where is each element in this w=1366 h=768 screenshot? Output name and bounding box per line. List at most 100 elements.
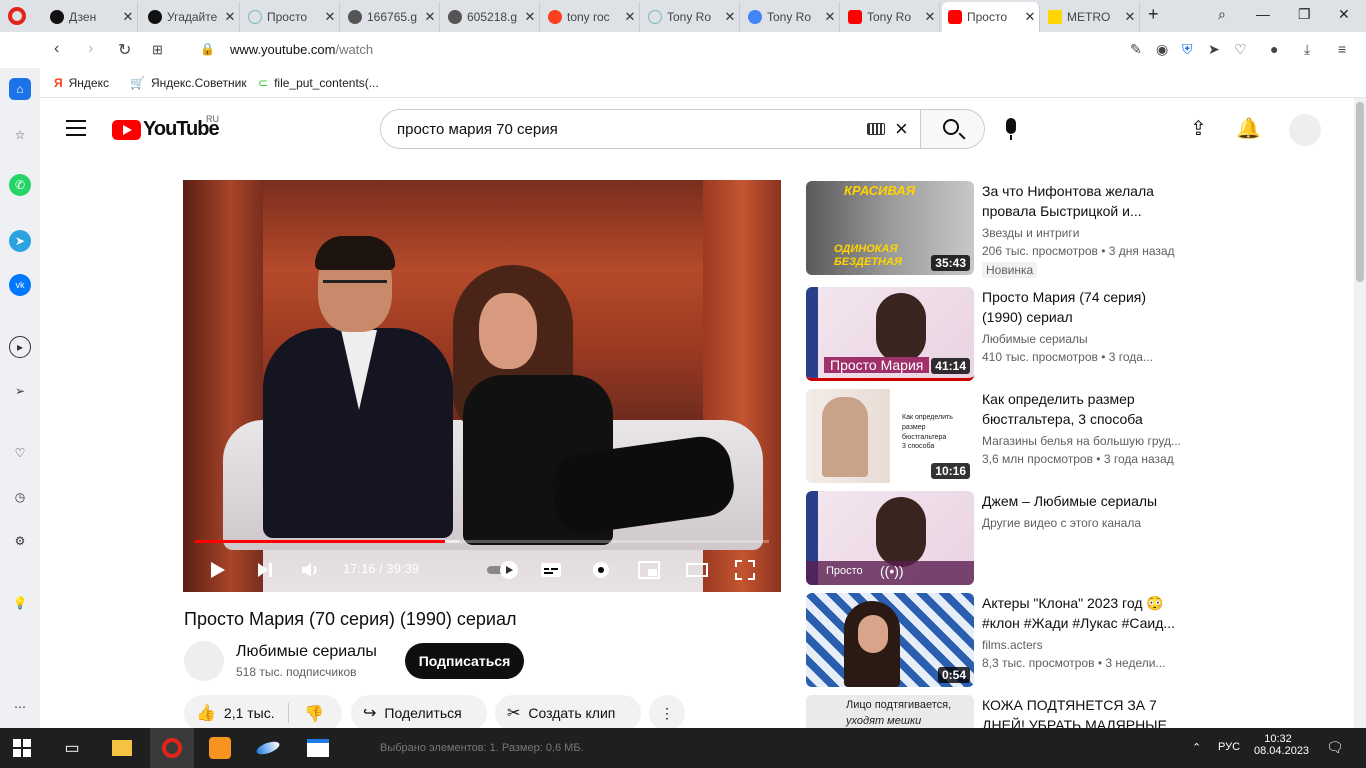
tab-close-icon[interactable]: ✕: [821, 9, 839, 25]
tray-chevron-icon[interactable]: ⌃: [1192, 741, 1201, 754]
recommendation-item[interactable]: Просто ((•)) Джем – Любимые сериалы Друг…: [806, 491, 1186, 587]
create-clip-button[interactable]: ✂ Создать клип: [495, 695, 641, 731]
restore-button[interactable]: ❐: [1298, 6, 1311, 23]
minimize-button[interactable]: —: [1256, 6, 1270, 22]
bookmark-yandex[interactable]: Я Яндекс: [54, 76, 109, 90]
vpn-shield-icon[interactable]: ⛨: [1182, 41, 1193, 58]
clear-search-icon[interactable]: ×: [895, 116, 908, 142]
video-thumbnail[interactable]: 0:54: [806, 593, 974, 687]
tab-0[interactable]: Дзен ✕: [44, 2, 138, 32]
tab-close-icon[interactable]: ✕: [119, 9, 137, 25]
search-input[interactable]: просто мария 70 серия ×: [380, 109, 921, 149]
tab-6[interactable]: Tony Ro ✕: [642, 2, 740, 32]
recommendation-item[interactable]: Лицо подтягивается, уходят мешки КОЖА ПО…: [806, 695, 1186, 728]
clock[interactable]: 10:32 08.04.2023: [1254, 733, 1309, 757]
keyboard-icon[interactable]: [867, 123, 885, 135]
video-thumbnail[interactable]: Лицо подтягивается, уходят мешки: [806, 695, 974, 728]
player-icon[interactable]: ▸: [9, 336, 31, 358]
camera-icon[interactable]: ◉: [1156, 41, 1168, 58]
recommendation-title[interactable]: Актеры "Клона" 2023 год 😳 #клон #Жади #Л…: [982, 593, 1186, 633]
opera-taskbar-icon[interactable]: [150, 728, 194, 768]
fullscreen-icon[interactable]: [733, 558, 757, 582]
subtitles-icon[interactable]: [539, 558, 563, 582]
recommendation-title[interactable]: КОЖА ПОДТЯНЕТСЯ ЗА 7 ДНЕЙ! УБРАТЬ МАЛЯРН…: [982, 695, 1186, 728]
tab-close-icon[interactable]: ✕: [321, 9, 339, 25]
recommendation-title[interactable]: За что Нифонтова желала провала Быстрицк…: [982, 181, 1186, 221]
speed-dial-icon[interactable]: ⊞: [152, 42, 163, 58]
windows-start-icon[interactable]: [8, 734, 36, 762]
file-explorer-icon[interactable]: [108, 734, 136, 762]
bookmark-heart-icon[interactable]: ♡: [1234, 41, 1247, 58]
easy-setup-icon[interactable]: ≡: [1338, 41, 1346, 57]
video-thumbnail[interactable]: Просто Мария 41:14: [806, 287, 974, 381]
tab-10[interactable]: METRO ✕: [1042, 2, 1140, 32]
tab-close-icon[interactable]: ✕: [421, 9, 439, 25]
subscribe-button[interactable]: Подписаться: [405, 643, 524, 679]
notifications-bell-icon[interactable]: 🔔: [1236, 116, 1261, 141]
more-icon[interactable]: ⋯: [9, 696, 31, 718]
reload-icon[interactable]: ↻: [118, 40, 131, 60]
tab-8[interactable]: Tony Ro ✕: [842, 2, 940, 32]
share-button[interactable]: ↪ Поделиться: [351, 695, 487, 731]
app-icon[interactable]: [254, 734, 282, 762]
telegram-icon[interactable]: ➤: [9, 230, 31, 252]
page-scrollbar[interactable]: [1354, 98, 1366, 728]
tab-2[interactable]: Просто ✕: [242, 2, 340, 32]
download-icon[interactable]: ⤓: [1304, 41, 1310, 58]
notifications-icon[interactable]: 🗨: [1326, 739, 1344, 756]
tab-close-icon[interactable]: ✕: [521, 9, 539, 25]
recommendation-title[interactable]: Джем – Любимые сериалы: [982, 491, 1186, 511]
favorites-heart-icon[interactable]: ♡: [9, 442, 31, 464]
forward-icon[interactable]: ›: [88, 40, 93, 58]
recommendation-item[interactable]: 0:54 Актеры "Клона" 2023 год 😳 #клон #Жа…: [806, 593, 1186, 689]
tab-close-icon[interactable]: ✕: [1121, 9, 1139, 25]
settings-gear-icon[interactable]: [589, 558, 613, 582]
scrollbar-thumb[interactable]: [1356, 102, 1364, 282]
channel-name[interactable]: Любимые сериалы: [236, 643, 377, 661]
whatsapp-icon[interactable]: ✆: [9, 174, 31, 196]
recommendation-item[interactable]: Просто Мария 41:14 Просто Мария (74 сери…: [806, 287, 1186, 383]
video-player[interactable]: 17:16 / 39:39: [183, 180, 781, 592]
home-icon[interactable]: ⌂: [9, 78, 31, 100]
tab-1[interactable]: Угадайте ✕: [142, 2, 240, 32]
autoplay-toggle-icon[interactable]: [485, 558, 521, 582]
edit-icon[interactable]: ✎: [1130, 41, 1142, 58]
bookmarks-icon[interactable]: ☆: [9, 124, 31, 146]
close-window-button[interactable]: ✕: [1338, 6, 1350, 23]
tab-9-active[interactable]: Просто ✕: [942, 2, 1040, 32]
next-icon[interactable]: [253, 558, 277, 582]
tab-7[interactable]: Tony Ro ✕: [742, 2, 840, 32]
recommendation-title[interactable]: Просто Мария (74 серия) (1990) сериал: [982, 287, 1186, 327]
back-icon[interactable]: ‹: [54, 40, 59, 58]
tab-close-icon[interactable]: ✕: [921, 9, 939, 25]
tab-4[interactable]: 605218.g ✕: [442, 2, 540, 32]
like-button[interactable]: 👍 2,1 тыс.: [196, 703, 275, 723]
recommendation-title[interactable]: Как определить размер бюстгальтера, 3 сп…: [982, 389, 1186, 429]
channel-avatar[interactable]: [184, 641, 224, 681]
recommendation-channel[interactable]: Звезды и интриги: [982, 226, 1186, 240]
tab-close-icon[interactable]: ✕: [621, 9, 639, 25]
history-icon[interactable]: ◷: [9, 486, 31, 508]
recommendation-channel[interactable]: Любимые сериалы: [982, 332, 1186, 346]
upload-icon[interactable]: ⇪: [1190, 116, 1207, 141]
send-icon[interactable]: ➤: [1208, 41, 1220, 58]
opera-menu-icon[interactable]: [8, 7, 26, 25]
url-field[interactable]: www.youtube.com/watch: [230, 42, 373, 57]
app-window-icon[interactable]: [304, 734, 332, 762]
tab-5[interactable]: tony roc ✕: [542, 2, 640, 32]
bookmark-yandex-sovetnik[interactable]: 🛒 Яндекс.Советник: [130, 76, 247, 90]
tab-close-icon[interactable]: ✕: [221, 9, 239, 25]
recommendation-channel[interactable]: films.acters: [982, 638, 1186, 652]
language-indicator[interactable]: РУС: [1218, 741, 1240, 753]
task-view-icon[interactable]: ▭: [58, 734, 86, 762]
tips-lightbulb-icon[interactable]: 💡: [9, 592, 31, 614]
recommendation-item[interactable]: Как определить размер бюстгальтера 3 спо…: [806, 389, 1186, 485]
account-avatar[interactable]: [1289, 114, 1321, 146]
more-actions-button[interactable]: ⋮: [649, 695, 685, 731]
odnoklassniki-icon[interactable]: [206, 734, 234, 762]
tab-close-icon[interactable]: ✕: [721, 9, 739, 25]
recommendation-channel[interactable]: Магазины белья на большую груд...: [982, 434, 1186, 448]
volume-icon[interactable]: [299, 558, 323, 582]
flow-icon[interactable]: ➢: [9, 380, 31, 402]
youtube-logo[interactable]: YouTube: [112, 118, 220, 141]
